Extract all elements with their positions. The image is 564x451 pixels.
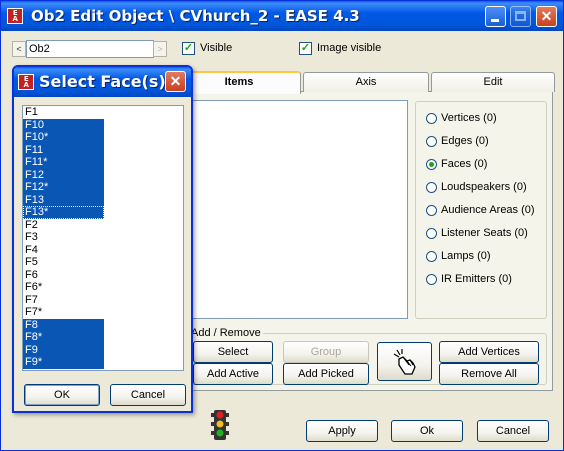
list-item[interactable]: F5 [23, 256, 104, 269]
check-icon: ✓ [300, 42, 311, 54]
chevron-left-icon: < [16, 44, 22, 54]
app-logo-icon: EA [7, 8, 23, 24]
dialog-ok-button[interactable]: OK [24, 384, 100, 406]
radio-label: Edges (0) [441, 135, 489, 147]
faces-list[interactable]: F1 F10 F10* F11 F11* F12 F12* F13 F13* F2 F3 F4 F5 F6… [22, 105, 184, 371]
apply-button[interactable]: Apply [306, 420, 378, 442]
visible-label: Visible [200, 42, 233, 54]
list-item[interactable]: F1 [23, 106, 104, 119]
list-item[interactable]: F8* [23, 331, 104, 344]
prev-object-button[interactable]: < [12, 41, 26, 57]
list-item[interactable]: F10* [23, 131, 104, 144]
visible-checkbox[interactable]: ✓ [182, 42, 195, 55]
radio-button[interactable] [426, 228, 437, 239]
image-visible-label: Image visible [317, 42, 382, 54]
close-icon: ✕ [540, 8, 553, 24]
list-item[interactable]: F13* [23, 206, 104, 219]
radio-button[interactable] [426, 251, 437, 262]
select-button[interactable]: Select [193, 341, 273, 363]
app-logo-icon: EA [18, 74, 34, 90]
list-item[interactable]: F6 [23, 269, 104, 282]
close-icon: ✕ [169, 73, 182, 89]
maximize-icon [515, 11, 526, 21]
list-item[interactable]: F3 [23, 231, 104, 244]
minimize-button[interactable] [485, 6, 506, 27]
list-item[interactable]: F11* [23, 156, 104, 169]
pointing-hand-icon [393, 349, 416, 375]
dialog-title-bar[interactable]: EA Select Face(s) ✕ [14, 67, 191, 97]
radio-label: Faces (0) [441, 158, 488, 170]
list-item[interactable]: F10 [23, 118, 104, 131]
tab-edit[interactable]: Edit [431, 72, 555, 92]
chevron-right-icon: > [157, 44, 163, 54]
radio-label: Vertices (0) [441, 112, 497, 124]
list-item[interactable]: F6* [23, 281, 104, 294]
object-name-field[interactable]: Ob2 [26, 40, 154, 58]
dialog-close-button[interactable]: ✕ [165, 71, 186, 92]
radio-label: Listener Seats (0) [441, 227, 528, 239]
maximize-button[interactable] [510, 6, 531, 27]
list-item[interactable]: F2 [23, 219, 104, 232]
ok-button[interactable]: Ok [391, 420, 463, 442]
radio-button[interactable] [426, 274, 437, 285]
next-object-button[interactable]: > [153, 41, 167, 57]
radio-label: IR Emitters (0) [441, 273, 512, 285]
list-item[interactable]: F7 [23, 294, 104, 307]
tab-items[interactable]: Items [177, 71, 301, 94]
radio-button[interactable] [426, 136, 437, 147]
radio-button[interactable] [426, 182, 437, 193]
tab-axis[interactable]: Axis [303, 72, 429, 92]
list-item[interactable]: F9* [23, 356, 104, 369]
list-item[interactable]: F12* [23, 181, 104, 194]
group-button[interactable]: Group [283, 341, 369, 363]
list-item[interactable]: F13 [23, 193, 104, 206]
close-button[interactable]: ✕ [536, 6, 557, 27]
items-list[interactable] [191, 100, 408, 319]
image-visible-checkbox[interactable]: ✓ [299, 42, 312, 55]
add-active-button[interactable]: Add Active [193, 363, 273, 385]
list-item[interactable]: F7* [23, 306, 104, 319]
add-remove-title: Add / Remove [189, 327, 263, 339]
traffic-light-icon [211, 410, 229, 440]
select-faces-dialog: EA Select Face(s) ✕ F1 F10 F10* F11 F11* F12 F… [12, 65, 193, 413]
radio-button[interactable] [426, 113, 437, 124]
minimize-icon [491, 19, 499, 22]
item-type-group: Vertices (0) Edges (0) Faces (0) Loudspe… [415, 101, 547, 319]
check-icon: ✓ [183, 42, 194, 54]
dialog-cancel-button[interactable]: Cancel [110, 384, 186, 406]
radio-button[interactable] [426, 205, 437, 216]
cancel-button[interactable]: Cancel [477, 420, 549, 442]
list-item[interactable]: F4 [23, 244, 104, 257]
pick-button[interactable] [377, 342, 432, 381]
list-item[interactable]: F12 [23, 168, 104, 181]
radio-label: Lamps (0) [441, 250, 491, 262]
radio-label: Loudspeakers (0) [441, 181, 527, 193]
window-title: Ob2 Edit Object \ CVhurch_2 - EASE 4.3 [31, 7, 360, 25]
list-item[interactable]: F8 [23, 318, 104, 331]
radio-label: Audience Areas (0) [441, 204, 535, 216]
add-picked-button[interactable]: Add Picked [283, 363, 369, 385]
radio-button[interactable] [426, 159, 437, 170]
list-item[interactable]: F11 [23, 143, 104, 156]
add-vertices-button[interactable]: Add Vertices [439, 341, 539, 363]
title-bar[interactable]: EA Ob2 Edit Object \ CVhurch_2 - EASE 4.… [1, 1, 563, 31]
remove-all-button[interactable]: Remove All [439, 363, 539, 385]
list-item[interactable]: F9 [23, 343, 104, 356]
dialog-title: Select Face(s) [39, 72, 166, 91]
